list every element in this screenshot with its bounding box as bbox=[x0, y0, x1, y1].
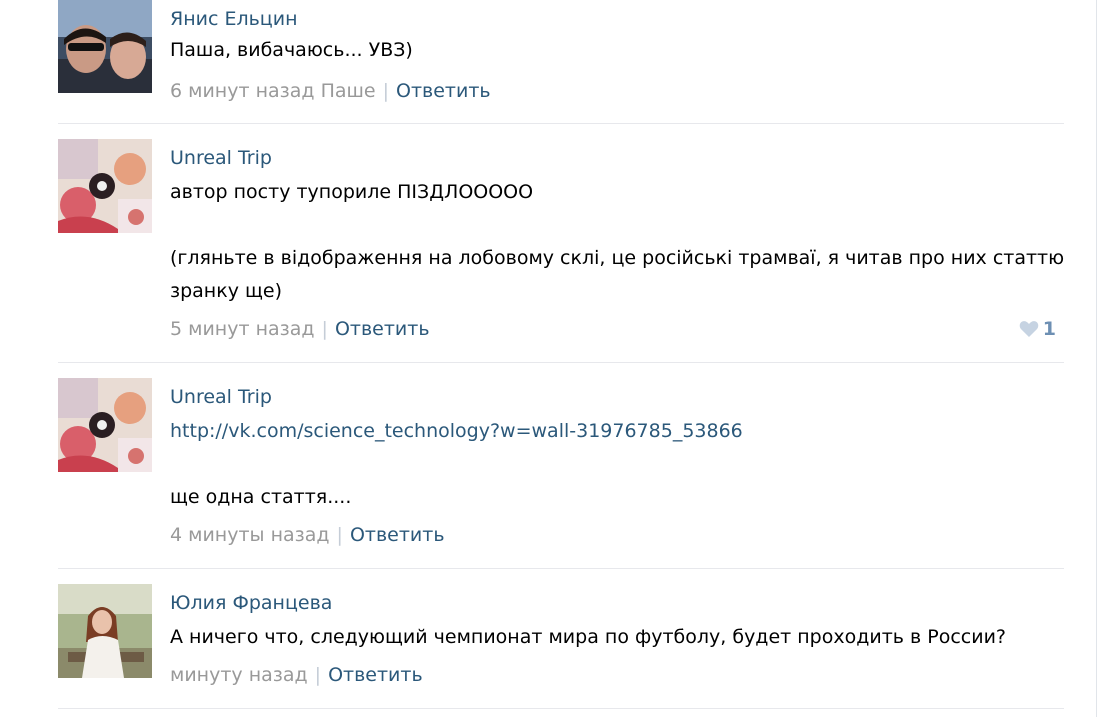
comment-meta: 6 минут назад Паше | Ответить bbox=[170, 80, 491, 102]
avatar[interactable] bbox=[58, 378, 152, 472]
comment-text: автор посту тупориле ПІЗДЛООООО (гляньте… bbox=[170, 176, 1064, 308]
comment-time[interactable]: 5 минут назад bbox=[170, 318, 315, 340]
comment-text-line bbox=[170, 209, 1064, 242]
comment-author[interactable]: Юлия Францева bbox=[170, 592, 332, 614]
heart-icon bbox=[1019, 321, 1039, 337]
avatar-image bbox=[58, 0, 152, 93]
comments-feed: Янис Ельцин Паша, вибачаюсь... УВЗ) 6 ми… bbox=[0, 0, 1109, 717]
comment-divider bbox=[58, 568, 1064, 569]
comment-text-line: А ничего что, следующий чемпионат мира п… bbox=[170, 626, 1006, 648]
reply-button[interactable]: Ответить bbox=[335, 318, 430, 340]
comment-text-line: Паша, вибачаюсь... УВЗ) bbox=[170, 39, 413, 61]
comment-item: Юлия Францева А ничего что, следующий че… bbox=[58, 584, 1064, 704]
meta-separator: | bbox=[336, 524, 343, 546]
comment-author[interactable]: Unreal Trip bbox=[170, 386, 272, 408]
meta-separator: | bbox=[321, 318, 328, 340]
avatar-image bbox=[58, 139, 152, 233]
comment-item: Янис Ельцин Паша, вибачаюсь... УВЗ) 6 ми… bbox=[58, 0, 1064, 112]
meta-separator: | bbox=[314, 664, 322, 686]
comment-divider bbox=[58, 362, 1064, 363]
avatar[interactable] bbox=[58, 139, 152, 233]
comment-item: Unreal Trip автор посту тупориле ПІЗДЛОО… bbox=[58, 139, 1064, 351]
comment-divider bbox=[58, 708, 1064, 709]
comment-text-line: автор посту тупориле ПІЗДЛООООО bbox=[170, 181, 534, 203]
reply-button[interactable]: Ответить bbox=[396, 80, 491, 102]
comment-meta: минуту назад | Ответить bbox=[170, 664, 423, 686]
comment-meta: 4 минуты назад | Ответить bbox=[170, 524, 445, 546]
avatar[interactable] bbox=[58, 584, 152, 678]
comment-divider bbox=[58, 123, 1064, 124]
avatar[interactable] bbox=[58, 0, 152, 93]
comment-meta: 5 минут назад | Ответить bbox=[170, 318, 430, 340]
avatar-image bbox=[58, 584, 152, 678]
comment-time[interactable]: минуту назад bbox=[170, 664, 308, 686]
post-link[interactable]: http://vk.com/science_technology?w=wall-… bbox=[170, 420, 743, 442]
comment-text-line bbox=[170, 448, 743, 481]
reply-to-name[interactable]: Паше bbox=[321, 80, 376, 102]
comment-text-line: (гляньте в відображення на лобовому склі… bbox=[170, 247, 1065, 269]
comment-item: Unreal Trip http://vk.com/science_techno… bbox=[58, 378, 1064, 558]
comment-author[interactable]: Янис Ельцин bbox=[170, 8, 298, 30]
avatar-image bbox=[58, 378, 152, 472]
comment-time[interactable]: 4 минуты назад bbox=[170, 524, 330, 546]
comment-text: Паша, вибачаюсь... УВЗ) bbox=[170, 34, 413, 67]
like-button[interactable]: 1 bbox=[1019, 318, 1056, 340]
comment-text-line: ще одна стаття.... bbox=[170, 486, 352, 508]
comment-text: А ничего что, следующий чемпионат мира п… bbox=[170, 621, 1006, 654]
meta-separator: | bbox=[382, 80, 390, 102]
scroll-edge bbox=[1096, 0, 1097, 717]
comment-time[interactable]: 6 минут назад bbox=[170, 80, 315, 102]
like-count: 1 bbox=[1042, 318, 1056, 340]
comment-text-line: зранку ще) bbox=[170, 280, 282, 302]
reply-button[interactable]: Ответить bbox=[328, 664, 423, 686]
reply-button[interactable]: Ответить bbox=[350, 524, 445, 546]
comment-text: http://vk.com/science_technology?w=wall-… bbox=[170, 415, 743, 514]
comment-author[interactable]: Unreal Trip bbox=[170, 147, 272, 169]
